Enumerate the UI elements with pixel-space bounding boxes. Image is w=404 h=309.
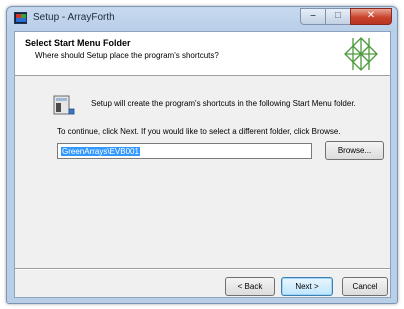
page-title: Select Start Menu Folder bbox=[25, 38, 131, 48]
wizard-star-icon bbox=[344, 37, 378, 71]
start-menu-folder-icon bbox=[53, 95, 75, 115]
window-title: Setup - ArrayForth bbox=[33, 12, 115, 23]
start-menu-folder-input[interactable]: GreenArrays\EVB001 bbox=[57, 143, 312, 159]
app-icon bbox=[14, 12, 27, 24]
browse-button[interactable]: Browse... bbox=[325, 141, 384, 160]
maximize-icon: □ bbox=[334, 10, 342, 21]
setup-window: Setup - ArrayForth – □ ✕ Select Start Me… bbox=[6, 6, 398, 304]
back-button[interactable]: < Back bbox=[225, 277, 275, 296]
next-button[interactable]: Next > bbox=[281, 277, 333, 296]
cancel-button[interactable]: Cancel bbox=[342, 277, 388, 296]
close-icon: ✕ bbox=[366, 10, 376, 21]
footer-divider bbox=[15, 268, 390, 270]
wizard-client-area: Select Start Menu Folder Where should Se… bbox=[14, 31, 391, 298]
info-text: Setup will create the program's shortcut… bbox=[91, 99, 356, 108]
folder-input-value: GreenArrays\EVB001 bbox=[61, 147, 140, 156]
caption-buttons: – □ ✕ bbox=[300, 8, 392, 25]
wizard-header: Select Start Menu Folder Where should Se… bbox=[15, 32, 390, 76]
maximize-button[interactable]: □ bbox=[325, 8, 350, 25]
continue-instructions: To continue, click Next. If you would li… bbox=[57, 127, 341, 136]
minimize-icon: – bbox=[310, 10, 316, 21]
close-button[interactable]: ✕ bbox=[350, 8, 392, 25]
minimize-button[interactable]: – bbox=[300, 8, 325, 25]
title-bar[interactable]: Setup - ArrayForth – □ ✕ bbox=[7, 7, 397, 31]
page-subtitle: Where should Setup place the program's s… bbox=[35, 51, 219, 60]
